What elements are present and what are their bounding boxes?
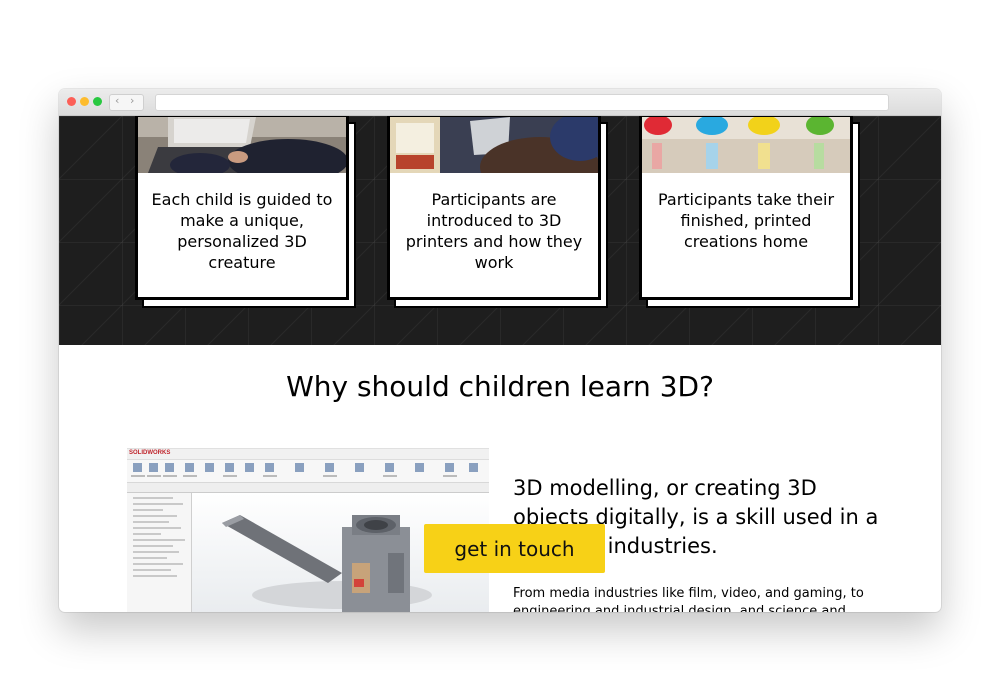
card-face: Each child is guided to make a unique, p… bbox=[135, 116, 349, 300]
page-viewport: Each child is guided to make a unique, p… bbox=[59, 116, 941, 612]
section-body-text: From media industries like film, video, … bbox=[513, 586, 864, 612]
history-nav: ‹ › bbox=[109, 94, 144, 111]
browser-titlebar: ‹ › bbox=[59, 89, 941, 116]
chevron-right-icon[interactable]: › bbox=[130, 94, 134, 107]
card-caption: Each child is guided to make a unique, p… bbox=[151, 190, 333, 272]
zoom-window-button[interactable] bbox=[93, 97, 102, 106]
cad-tabs bbox=[127, 483, 489, 493]
step-card-1: Each child is guided to make a unique, p… bbox=[135, 116, 356, 308]
cad-brand-logo: SOLIDWORKS bbox=[129, 450, 171, 456]
step-card-3: Participants take their finished, printe… bbox=[639, 116, 860, 308]
cad-feature-tree bbox=[127, 493, 192, 612]
close-window-button[interactable] bbox=[67, 97, 76, 106]
card-photo-3d-printer bbox=[390, 117, 598, 173]
card-photo-printed-figures bbox=[642, 117, 850, 173]
address-bar[interactable] bbox=[155, 94, 889, 111]
card-caption: Participants are introduced to 3D printe… bbox=[405, 190, 583, 272]
card-face: Participants are introduced to 3D printe… bbox=[387, 116, 601, 300]
card-photo-child-laptop bbox=[138, 117, 346, 173]
card-caption: Participants take their finished, printe… bbox=[657, 190, 835, 251]
chevron-left-icon[interactable]: ‹ bbox=[115, 94, 119, 107]
get-in-touch-button[interactable]: get in touch bbox=[424, 524, 605, 573]
step-card-2: Participants are introduced to 3D printe… bbox=[387, 116, 608, 308]
section-title: Why should children learn 3D? bbox=[286, 370, 714, 403]
browser-window: ‹ › Each child is guided to make a uniqu… bbox=[59, 89, 941, 612]
card-face: Participants take their finished, printe… bbox=[639, 116, 853, 300]
cad-titlebar: SOLIDWORKS bbox=[127, 449, 489, 460]
minimize-window-button[interactable] bbox=[80, 97, 89, 106]
steps-band: Each child is guided to make a unique, p… bbox=[59, 116, 941, 345]
cad-ribbon bbox=[127, 460, 489, 483]
